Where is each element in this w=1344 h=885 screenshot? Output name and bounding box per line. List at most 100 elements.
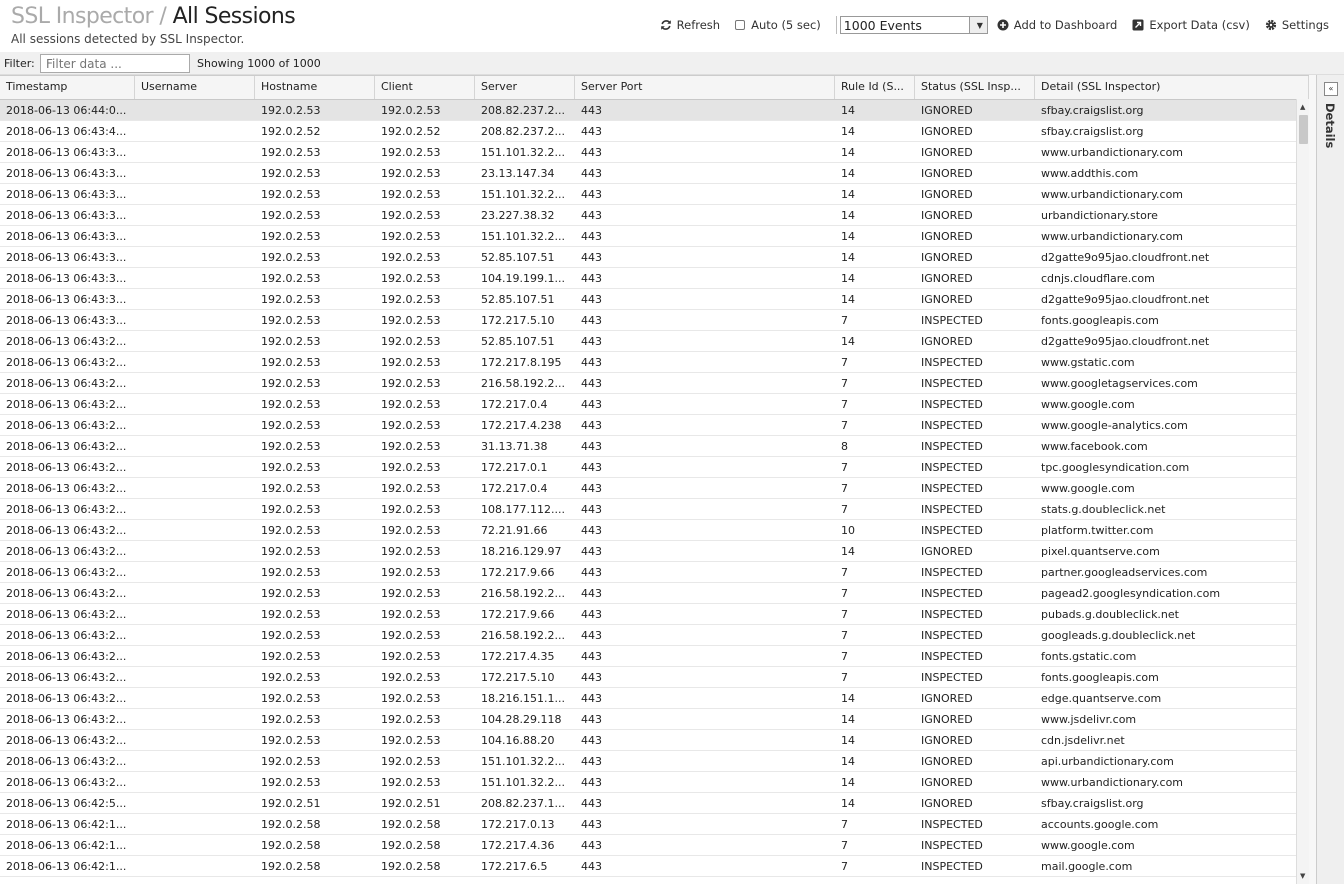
cell-client: 192.0.2.53 [381,545,441,558]
table-row[interactable]: 2018-06-13 06:43:2... 192.0.2.53 192.0.2.5… [0,751,1309,772]
table-row[interactable]: 2018-06-13 06:43:2... 192.0.2.53 192.0.2.5… [0,394,1309,415]
cell-rule-id: 7 [841,356,848,369]
table-row[interactable]: 2018-06-13 06:43:2... 192.0.2.53 192.0.2.5… [0,772,1309,793]
table-row[interactable]: 2018-06-13 06:43:2... 192.0.2.53 192.0.2.5… [0,331,1309,352]
column-header-detail[interactable]: Detail (SSL Inspector) [1035,76,1309,99]
cell-server: 172.217.5.10 [481,314,555,327]
cell-server: 23.227.38.32 [481,209,555,222]
cell-hostname: 192.0.2.53 [261,335,321,348]
table-row[interactable]: 2018-06-13 06:43:2... 192.0.2.53 192.0.2.5… [0,688,1309,709]
column-header-server-port[interactable]: Server Port [575,76,835,99]
cell-hostname: 192.0.2.52 [261,125,321,138]
cell-server-port: 443 [581,419,602,432]
cell-client: 192.0.2.58 [381,860,441,873]
table-row[interactable]: 2018-06-13 06:43:2... 192.0.2.53 192.0.2.5… [0,646,1309,667]
table-row[interactable]: 2018-06-13 06:43:2... 192.0.2.53 192.0.2.5… [0,373,1309,394]
cell-status: IGNORED [921,230,973,243]
settings-button[interactable]: Settings [1265,18,1329,32]
cell-server-port: 443 [581,797,602,810]
table-row[interactable]: 2018-06-13 06:43:3... 192.0.2.53 192.0.2.5… [0,184,1309,205]
cell-client: 192.0.2.53 [381,251,441,264]
refresh-button[interactable]: Refresh [660,18,720,32]
cell-detail: www.gstatic.com [1041,356,1135,369]
table-row[interactable]: 2018-06-13 06:43:2... 192.0.2.53 192.0.2.5… [0,520,1309,541]
add-to-dashboard-button[interactable]: Add to Dashboard [997,18,1117,32]
cell-detail: stats.g.doubleclick.net [1041,503,1166,516]
auto-refresh-toggle[interactable]: Auto (5 sec) [735,18,821,32]
export-data-button[interactable]: Export Data (csv) [1132,18,1250,32]
scroll-thumb[interactable] [1299,115,1308,144]
scroll-down-icon[interactable]: ▼ [1300,872,1305,880]
cell-rule-id: 14 [841,734,855,747]
column-header-timestamp[interactable]: Timestamp [0,76,135,99]
column-header-username[interactable]: Username [135,76,255,99]
cell-username [135,541,255,561]
scroll-up-icon[interactable]: ▲ [1300,103,1305,111]
column-header-hostname[interactable]: Hostname [255,76,375,99]
table-row[interactable]: 2018-06-13 06:43:2... 192.0.2.53 192.0.2.5… [0,667,1309,688]
events-count-select[interactable]: 1000 Events ▼ [839,16,988,34]
table-row[interactable]: 2018-06-13 06:43:3... 192.0.2.53 192.0.2.5… [0,163,1309,184]
auto-refresh-checkbox[interactable] [735,20,746,30]
cell-username [135,142,255,162]
table-row[interactable]: 2018-06-13 06:43:2... 192.0.2.53 192.0.2.5… [0,730,1309,751]
table-row[interactable]: 2018-06-13 06:43:2... 192.0.2.53 192.0.2.5… [0,709,1309,730]
table-row[interactable]: 2018-06-13 06:43:2... 192.0.2.53 192.0.2.5… [0,499,1309,520]
table-row[interactable]: 2018-06-13 06:43:2... 192.0.2.53 192.0.2.5… [0,541,1309,562]
table-row[interactable]: 2018-06-13 06:42:1... 192.0.2.58 192.0.2.5… [0,835,1309,856]
app-name[interactable]: SSL Inspector [11,4,154,29]
table-row[interactable]: 2018-06-13 06:43:3... 192.0.2.53 192.0.2.5… [0,289,1309,310]
table-row[interactable]: 2018-06-13 06:43:3... 192.0.2.53 192.0.2.5… [0,226,1309,247]
cell-rule-id: 7 [841,839,848,852]
collapse-details-icon[interactable]: « [1324,82,1338,96]
cell-client: 192.0.2.53 [381,167,441,180]
table-row[interactable]: 2018-06-13 06:43:2... 192.0.2.53 192.0.2.5… [0,457,1309,478]
table-row[interactable]: 2018-06-13 06:44:0... 192.0.2.53 192.0.2.5… [0,100,1309,121]
cell-hostname: 192.0.2.53 [261,209,321,222]
column-header-rule-id[interactable]: Rule Id (S... [835,76,915,99]
table-row[interactable]: 2018-06-13 06:43:2... 192.0.2.53 192.0.2.5… [0,562,1309,583]
cell-detail: www.urbandictionary.com [1041,146,1184,159]
cell-client: 192.0.2.53 [381,104,441,117]
cell-timestamp: 2018-06-13 06:43:4... [6,125,127,138]
table-row[interactable]: 2018-06-13 06:43:2... 192.0.2.53 192.0.2.5… [0,583,1309,604]
cell-timestamp: 2018-06-13 06:43:3... [6,167,127,180]
table-row[interactable]: 2018-06-13 06:43:2... 192.0.2.53 192.0.2.5… [0,352,1309,373]
cell-detail: www.urbandictionary.com [1041,188,1184,201]
cell-username [135,625,255,645]
table-row[interactable]: 2018-06-13 06:43:3... 192.0.2.53 192.0.2.5… [0,142,1309,163]
column-header-status[interactable]: Status (SSL Insp... [915,76,1035,99]
table-row[interactable]: 2018-06-13 06:43:2... 192.0.2.53 192.0.2.5… [0,478,1309,499]
table-row[interactable]: 2018-06-13 06:43:2... 192.0.2.53 192.0.2.5… [0,604,1309,625]
table-row[interactable]: 2018-06-13 06:43:2... 192.0.2.53 192.0.2.5… [0,415,1309,436]
cell-detail: urbandictionary.store [1041,209,1158,222]
cell-server: 172.217.4.36 [481,839,555,852]
column-header-client[interactable]: Client [375,76,475,99]
table-row[interactable]: 2018-06-13 06:43:3... 192.0.2.53 192.0.2.5… [0,247,1309,268]
cell-detail: www.google.com [1041,839,1135,852]
table-row[interactable]: 2018-06-13 06:42:1... 192.0.2.58 192.0.2.5… [0,856,1309,877]
cell-timestamp: 2018-06-13 06:42:5... [6,797,127,810]
table-row[interactable]: 2018-06-13 06:43:3... 192.0.2.53 192.0.2.5… [0,205,1309,226]
table-row[interactable]: 2018-06-13 06:43:2... 192.0.2.53 192.0.2.5… [0,436,1309,457]
cell-client: 192.0.2.53 [381,734,441,747]
table-row[interactable]: 2018-06-13 06:43:3... 192.0.2.53 192.0.2.5… [0,310,1309,331]
column-header-server[interactable]: Server [475,76,575,99]
cell-server: 172.217.8.195 [481,356,562,369]
details-label[interactable]: Details [1323,103,1337,148]
cell-detail: edge.quantserve.com [1041,692,1162,705]
cell-status: IGNORED [921,713,973,726]
table-row[interactable]: 2018-06-13 06:42:1... 192.0.2.58 192.0.2.5… [0,814,1309,835]
cell-client: 192.0.2.53 [381,335,441,348]
filter-input[interactable] [40,54,190,73]
cell-detail: cdnjs.cloudflare.com [1041,272,1155,285]
table-scrollbar[interactable]: ▲ ▼ [1296,99,1310,884]
table-row[interactable]: 2018-06-13 06:43:3... 192.0.2.53 192.0.2.5… [0,268,1309,289]
table-row[interactable]: 2018-06-13 06:43:2... 192.0.2.53 192.0.2.5… [0,625,1309,646]
cell-server: 52.85.107.51 [481,335,555,348]
table-row[interactable]: 2018-06-13 06:42:5... 192.0.2.51 192.0.2.5… [0,793,1309,814]
table-row[interactable]: 2018-06-13 06:43:4... 192.0.2.52 192.0.2.5… [0,121,1309,142]
cell-timestamp: 2018-06-13 06:43:3... [6,146,127,159]
cell-status: INSPECTED [921,356,983,369]
cell-username [135,247,255,267]
